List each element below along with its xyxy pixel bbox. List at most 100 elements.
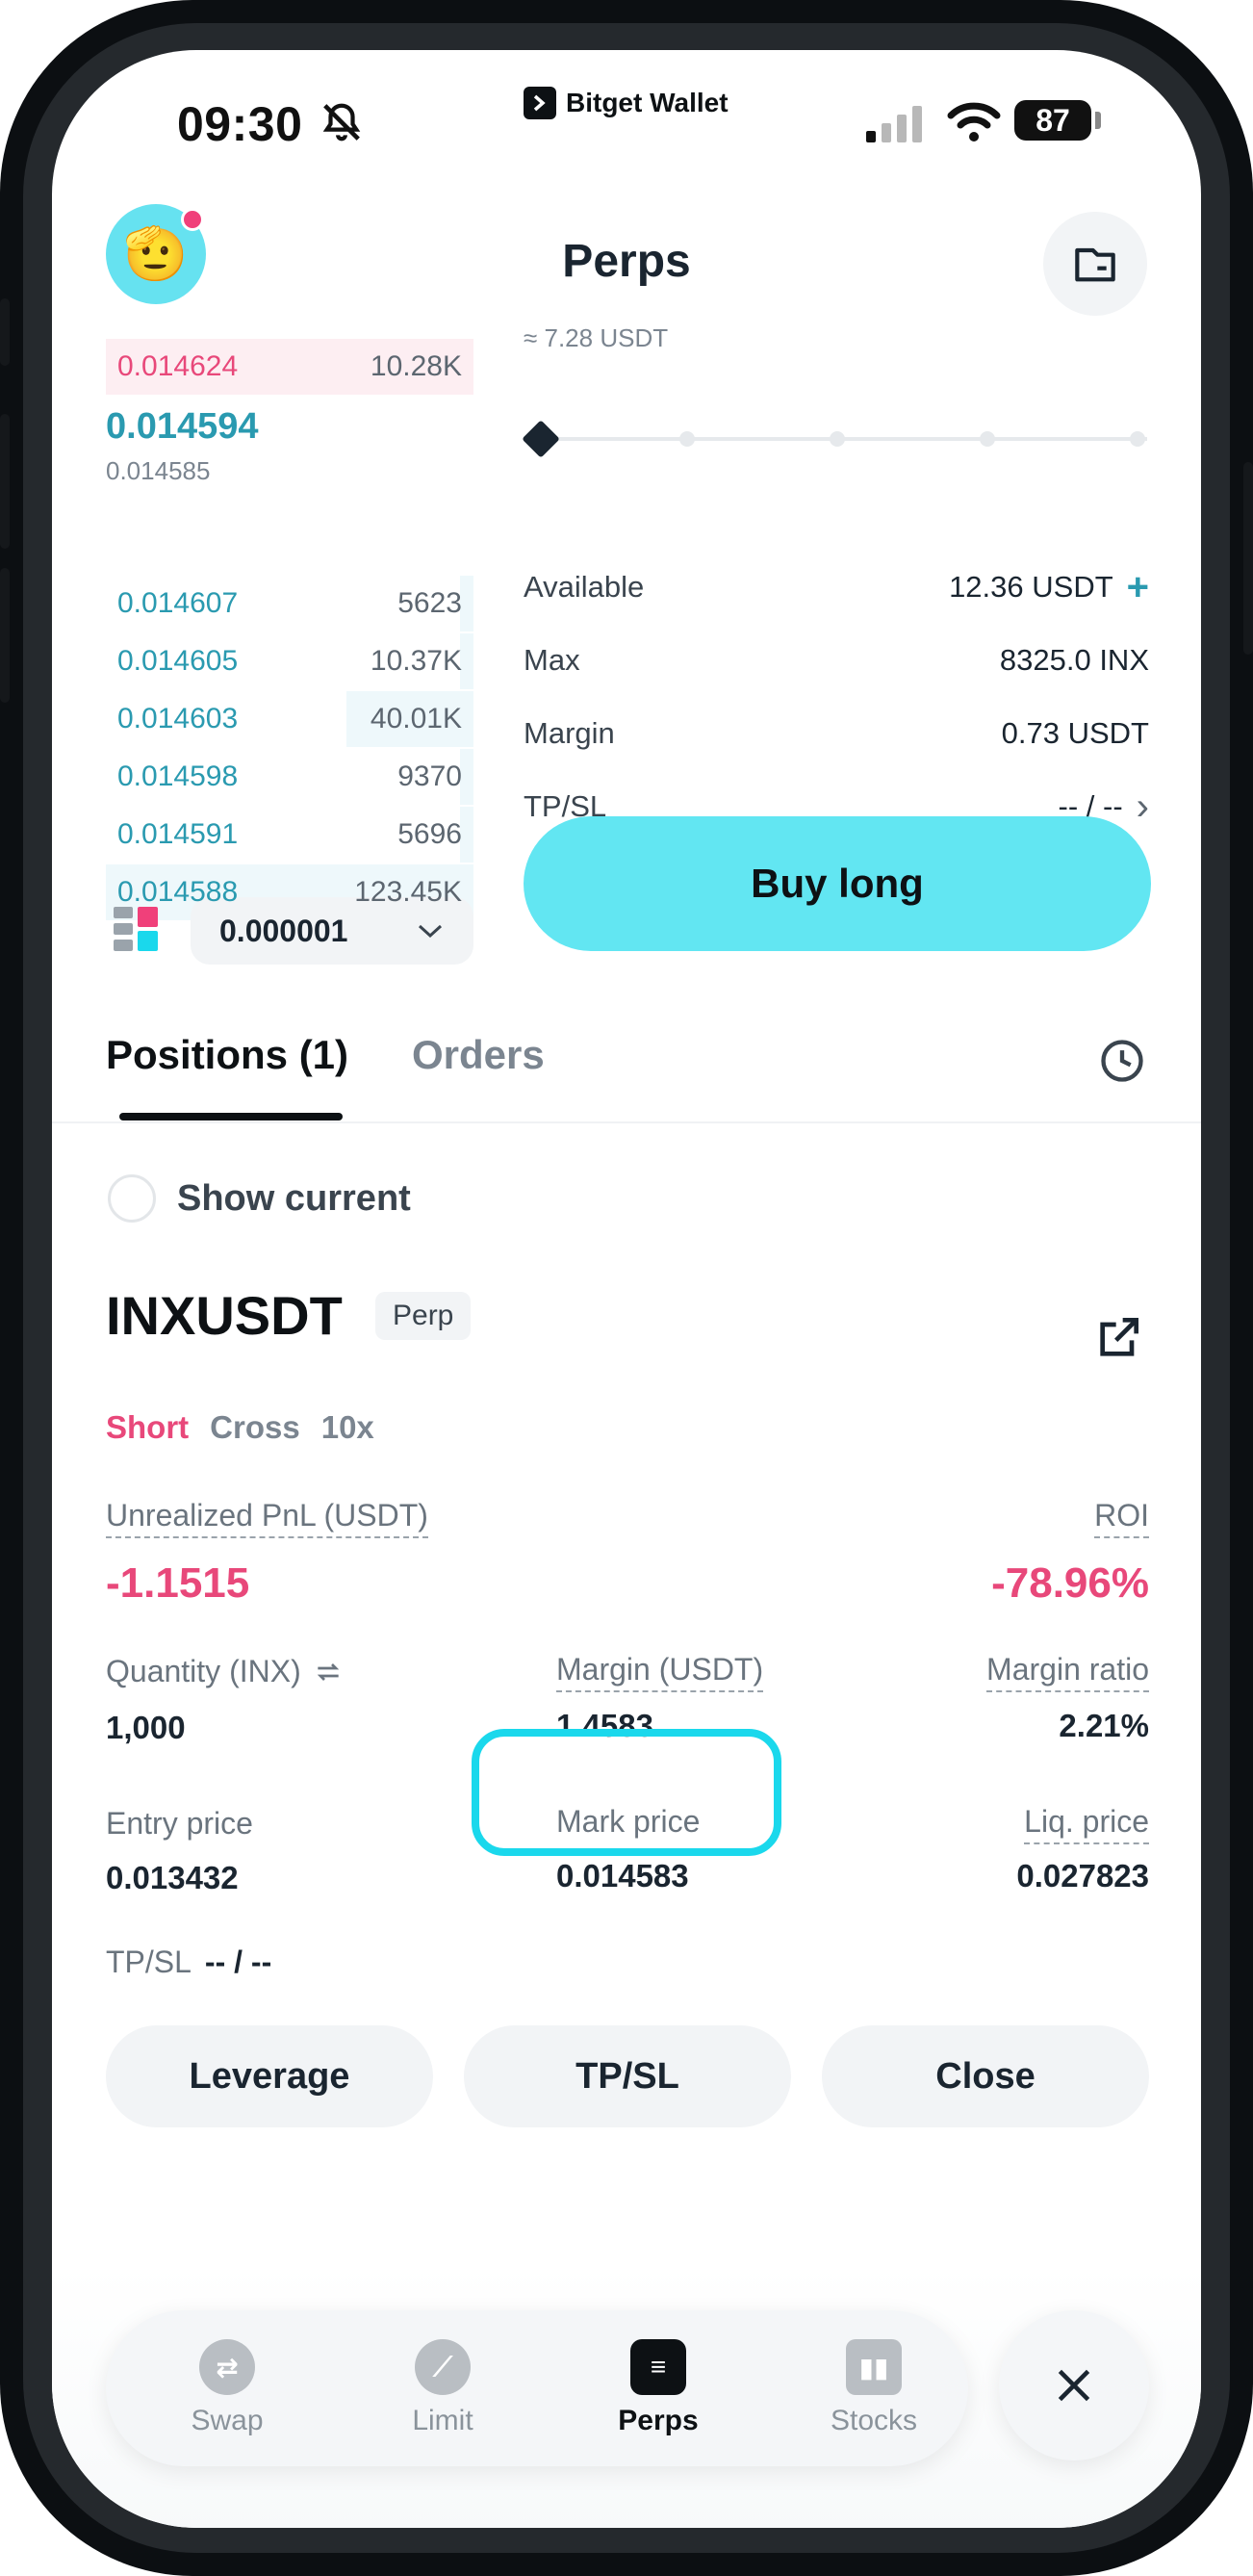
tpsl-button[interactable]: TP/SL: [464, 2025, 791, 2127]
leverage-tag: 10x: [320, 1409, 374, 1445]
signal-icon: [866, 106, 922, 142]
stocks-icon: ▮▮: [846, 2339, 902, 2395]
close-button[interactable]: [999, 2310, 1149, 2460]
bid-qty: 5623: [397, 587, 462, 619]
orderbook-bid-row[interactable]: 0.014598 9370: [106, 749, 473, 805]
orderbook-layout-icon[interactable]: [114, 907, 158, 951]
nav-perps[interactable]: ≡ Perps: [572, 2310, 745, 2466]
ask-price: 0.014624: [117, 350, 239, 382]
close-position-button[interactable]: Close: [822, 2025, 1149, 2127]
bid-price: 0.014605: [117, 645, 239, 677]
bell-muted-icon: [322, 103, 361, 142]
slider-stop[interactable]: [830, 431, 845, 447]
slider-stop[interactable]: [980, 431, 995, 447]
quantity-value: 1,000: [106, 1710, 186, 1745]
nav-stocks[interactable]: ▮▮ Stocks: [787, 2310, 960, 2466]
slider-stop[interactable]: [1130, 431, 1145, 447]
available-label: Available: [524, 570, 645, 604]
available-value: 12.36 USDT: [949, 570, 1113, 604]
side-button: [1243, 462, 1253, 655]
side-button: [0, 298, 10, 366]
orderbook-bid-row[interactable]: 0.014607 5623: [106, 576, 473, 631]
max-value: 8325.0 INX: [999, 643, 1149, 677]
share-icon[interactable]: [1091, 1311, 1145, 1365]
side-button: [0, 414, 10, 549]
close-icon: [1058, 2369, 1090, 2402]
roi-value: -78.96%: [991, 1559, 1149, 1607]
entry-price-label: Entry price: [106, 1806, 253, 1841]
show-current-toggle[interactable]: Show current: [108, 1174, 411, 1223]
available-row: Available 12.36 USDT +: [524, 568, 1149, 606]
battery-tip: [1095, 112, 1101, 129]
position-symbol: INXUSDT: [106, 1285, 343, 1346]
ask-qty: 10.28K: [370, 350, 462, 382]
tab-positions[interactable]: Positions (1): [106, 1032, 348, 1078]
add-funds-icon[interactable]: +: [1127, 568, 1149, 606]
bid-price: 0.014588: [117, 876, 239, 908]
brand-name: Bitget Wallet: [566, 88, 729, 117]
approx-value: ≈ 7.28 USDT: [524, 323, 669, 352]
perps-icon: ≡: [630, 2333, 692, 2395]
margin-ratio-value: 2.21%: [1059, 1708, 1149, 1743]
nav-stocks-label: Stocks: [830, 2405, 918, 2436]
slider-stop[interactable]: [679, 431, 695, 447]
bottom-nav: ⇄ Swap ⟋ Limit ≡ Perps ▮▮ Stocks: [106, 2310, 968, 2466]
tab-orders[interactable]: Orders: [412, 1032, 545, 1078]
leverage-button[interactable]: Leverage: [106, 2025, 433, 2127]
nav-swap[interactable]: ⇄ Swap: [141, 2310, 314, 2466]
swap-units-icon[interactable]: [313, 1657, 344, 1687]
liq-price-value: 0.027823: [1016, 1858, 1149, 1893]
buy-long-button[interactable]: Buy long: [524, 816, 1151, 951]
bid-price: 0.014607: [117, 587, 239, 619]
show-current-label: Show current: [177, 1177, 411, 1219]
margin-label: Margin: [524, 716, 615, 750]
orderbook-bid-row[interactable]: 0.014603 40.01K: [106, 691, 473, 747]
orderbook-bid-row[interactable]: 0.014605 10.37K: [106, 633, 473, 689]
chevron-down-icon: [418, 924, 443, 939]
position-tpsl-label: TP/SL: [106, 1945, 192, 1979]
swap-icon: ⇄: [199, 2339, 263, 2395]
margin-value: 0.73 USDT: [1001, 716, 1149, 750]
liq-price-label[interactable]: Liq. price: [1024, 1804, 1149, 1844]
max-row: Max 8325.0 INX: [524, 643, 1149, 678]
entry-price-value: 0.013432: [106, 1860, 239, 1895]
position-tpsl-value: -- / --: [204, 1945, 272, 1979]
tab-indicator: [119, 1113, 343, 1121]
perp-badge: Perp: [375, 1292, 472, 1340]
bitget-logo-icon: [524, 87, 556, 119]
nav-limit[interactable]: ⟋ Limit: [356, 2310, 529, 2466]
slider-thumb[interactable]: [522, 420, 560, 458]
divider: [52, 1121, 1201, 1123]
mark-price-value: 0.014583: [556, 1858, 689, 1893]
chevron-right-icon: ›: [1136, 786, 1149, 828]
orderbook-bid-row[interactable]: 0.014591 5696: [106, 807, 473, 863]
wifi-icon: [947, 102, 1001, 142]
roi-label[interactable]: ROI: [1094, 1498, 1149, 1538]
status-time: 09:30: [177, 97, 303, 151]
mark-price-label: Mark price: [556, 1804, 701, 1839]
battery-indicator: 87: [1014, 100, 1091, 141]
nav-limit-label: Limit: [412, 2405, 473, 2436]
side-tag: Short: [106, 1409, 190, 1445]
bid-price: 0.014603: [117, 703, 239, 734]
precision-value: 0.000001: [219, 913, 348, 948]
upnl-label[interactable]: Unrealized PnL (USDT): [106, 1498, 428, 1538]
wallet-button[interactable]: [1043, 212, 1147, 316]
bid-price: 0.014598: [117, 760, 239, 792]
history-clock-icon[interactable]: [1097, 1036, 1147, 1086]
margin-ratio-label[interactable]: Margin ratio: [986, 1652, 1149, 1692]
bid-qty: 5696: [397, 818, 462, 850]
mode-tag: Cross: [210, 1409, 300, 1445]
bid-qty: 9370: [397, 760, 462, 792]
limit-icon: ⟋: [415, 2339, 478, 2395]
nav-perps-label: Perps: [618, 2405, 699, 2436]
upnl-value: -1.1515: [106, 1559, 250, 1607]
notification-dot: [181, 208, 204, 231]
orderbook-mid-price[interactable]: 0.014594: [106, 406, 259, 448]
margin-row: Margin 0.73 USDT: [524, 716, 1149, 751]
bid-qty: 40.01K: [370, 703, 462, 734]
radio-button[interactable]: [108, 1174, 156, 1223]
bid-qty: 123.45K: [354, 876, 462, 908]
position-margin-label[interactable]: Margin (USDT): [556, 1652, 764, 1692]
orderbook-ask-row[interactable]: 0.014624 10.28K: [106, 339, 473, 395]
